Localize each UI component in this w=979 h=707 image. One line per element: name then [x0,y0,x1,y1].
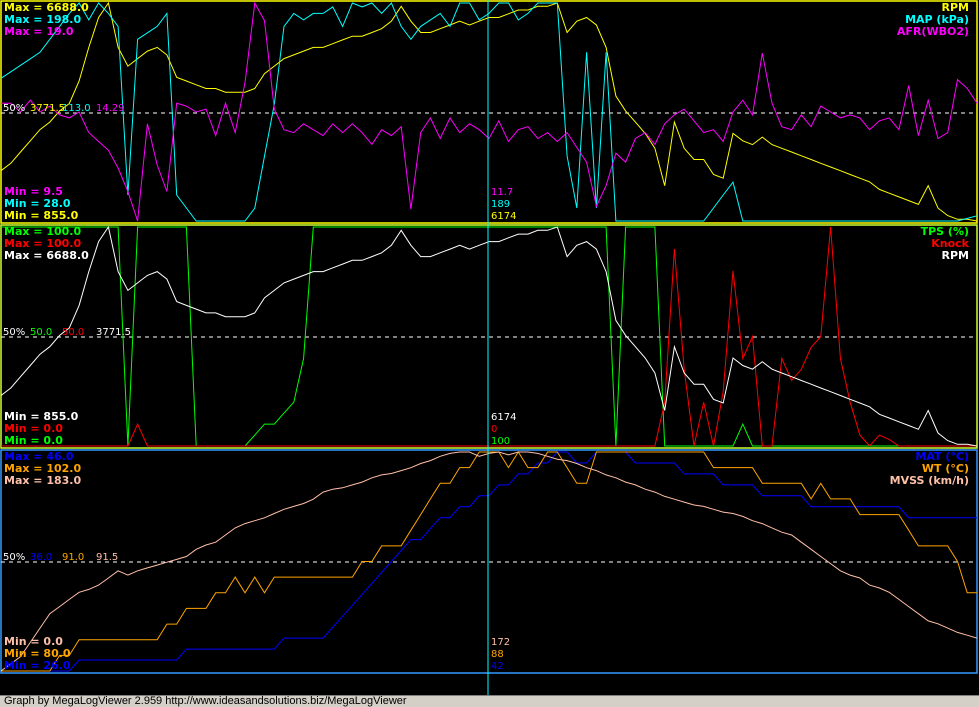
panel-3-mid-percent: 50% [3,552,25,563]
panel-1-mid-value-3: 14.29 [96,103,125,114]
panel-3-mid-value-3: 91.5 [96,552,118,563]
panel-1-mid-value-2: 113.0 [62,103,91,114]
panel-3-series-name-3: MVSS (km/h) [890,474,969,487]
panel-2-min-label-1: Min = 0.0 [4,434,63,447]
panel-3-mid-value-1: 36.0 [30,552,52,563]
panel-2-cursor-value-1: 6174 [491,412,516,423]
panel-2-mid-value-1: 50.0 [30,327,52,338]
footer-credit-text: Graph by MegaLogViewer 2.959 http://www.… [4,695,407,707]
panel-1-mid-percent: 50% [3,103,25,114]
panel-1-cursor-value-1: 11.7 [491,187,513,198]
panel-3-max-label-3: Max = 183.0 [4,474,81,487]
panel-3-cursor-value-3: 42 [491,661,504,672]
status-bar: Graph by MegaLogViewer 2.959 http://www.… [0,695,979,707]
panel-2-mid-percent: 50% [3,327,25,338]
panel-2-mid-value-2: 50.0 [62,327,84,338]
panel-3-cursor-value-2: 88 [491,649,504,660]
panel-2-cursor-value-2: 0 [491,424,497,435]
panel-1-cursor-value-3: 6174 [491,211,516,222]
panel-1-series-3-line [1,1,978,222]
panel-3-min-label-1: Min = 26.0 [4,659,71,672]
panel-3-mid-value-2: 91.0 [62,552,84,563]
panel-2-cursor-value-3: 100 [491,436,510,447]
panel-1-min-label-1: Min = 855.0 [4,209,79,222]
graph-area[interactable]: Max = 6688.0 RPMMax = 198.0 MAP (kPa)Max =… [0,0,979,695]
panel-2-max-label-3: Max = 6688.0 [4,249,89,262]
panel-1-series-name-3: AFR(WBO2) [897,25,969,38]
panel-2-series-name-3: RPM [942,249,969,262]
panel-1-cursor-value-2: 189 [491,199,510,210]
panel-2-mid-value-3: 3771.5 [96,327,131,338]
panel-3-cursor-value-1: 172 [491,637,510,648]
panel-1-max-label-3: Max = 19.0 [4,25,74,38]
panel-1-mid-value-1: 3771.5 [30,103,65,114]
